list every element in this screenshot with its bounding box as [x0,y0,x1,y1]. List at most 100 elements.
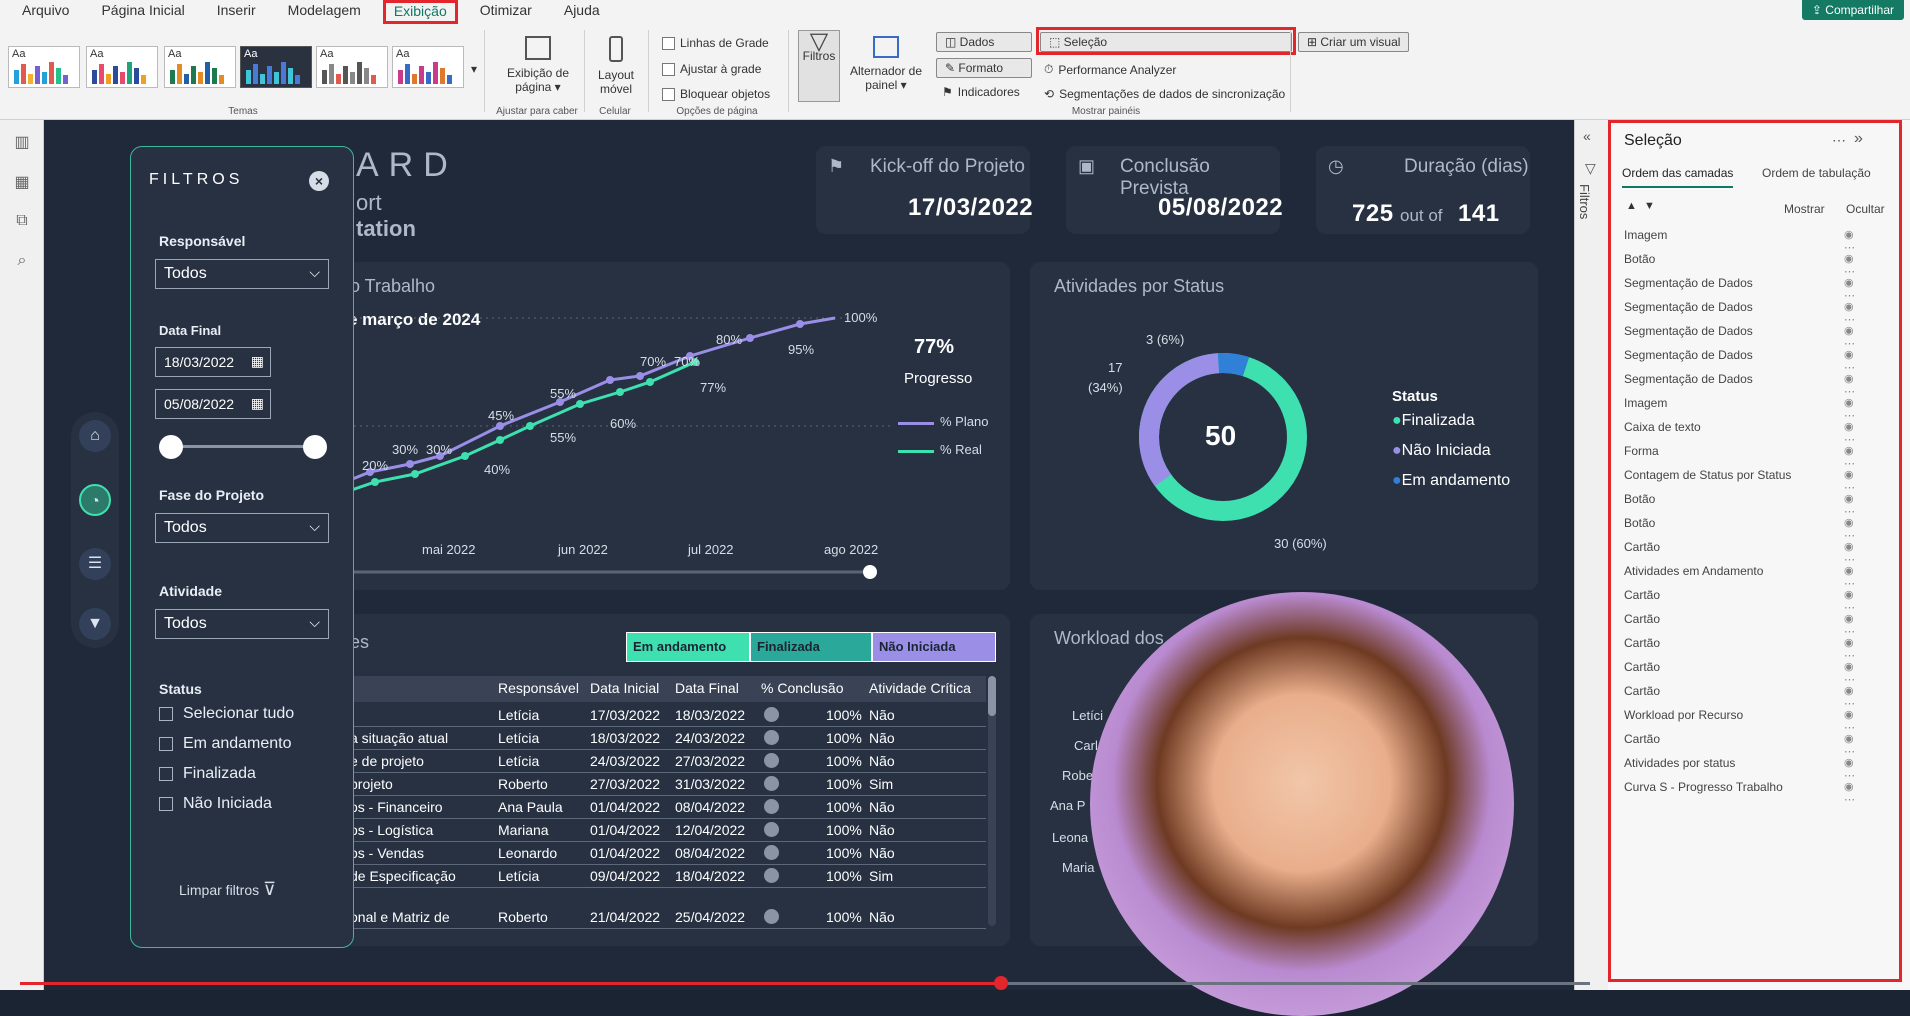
layer-item[interactable]: Segmentação de Dados ◉ ⋯ [1624,324,1855,350]
hide-all-button[interactable]: Ocultar [1846,202,1885,216]
mobile-layout-button[interactable]: Layout móvel [592,36,640,96]
theme-4[interactable]: Aa [240,46,312,88]
menu-ajuda[interactable]: Ajuda [554,0,610,24]
visibility-icon[interactable]: ◉ ⋯ [1844,708,1855,734]
layer-item[interactable]: Cartão ◉ ⋯ [1624,660,1855,686]
theme-5[interactable]: Aa [316,46,388,88]
layer-item[interactable]: Segmentação de Dados ◉ ⋯ [1624,276,1855,302]
sync-slicers-button[interactable]: ⟲ Segmentações de dados de sincronização [1044,87,1285,101]
theme-1[interactable]: Aa [8,46,80,88]
layer-item[interactable]: Forma ◉ ⋯ [1624,444,1855,470]
checkbox[interactable] [159,737,173,751]
theme-2[interactable]: Aa [86,46,158,88]
menu-modelagem[interactable]: Modelagem [278,0,371,24]
layer-item[interactable]: Imagem ◉ ⋯ [1624,228,1855,254]
calendar-icon[interactable]: ▦ [251,395,264,412]
tab-nao-iniciada[interactable]: Não Iniciada [872,632,996,662]
visibility-icon[interactable]: ◉ ⋯ [1844,300,1855,326]
date-slider-track[interactable] [171,445,311,448]
checkbox[interactable] [159,707,173,721]
responsavel-select[interactable]: Todos ⌵ [155,259,329,289]
pie-chart-icon[interactable]: ◔ [79,484,111,516]
visibility-icon[interactable]: ◉ ⋯ [1844,540,1855,566]
time-slider-handle[interactable] [863,565,877,579]
table-scrollbar[interactable] [988,676,996,926]
create-visual-button[interactable]: ⊞ Criar um visual [1298,32,1410,52]
visibility-icon[interactable]: ◉ ⋯ [1844,732,1855,758]
status-nao-iniciada[interactable]: Não Iniciada [159,795,272,813]
move-up-icon[interactable]: ▲ [1626,200,1637,212]
table-row[interactable]: projeto Roberto 27/03/2022 31/03/2022 100% Si… [350,773,986,796]
lock-objects-checkbox[interactable]: Bloquear objetos [662,87,770,101]
visibility-icon[interactable]: ◉ ⋯ [1844,588,1855,614]
date-slider-handle-start[interactable] [159,435,183,459]
table-row[interactable]: a situação atual Letícia 18/03/2022 24/03/2… [350,727,986,750]
layer-item[interactable]: Botão ◉ ⋯ [1624,492,1855,518]
home-icon[interactable]: ⌂ [79,420,111,452]
visibility-icon[interactable]: ◉ ⋯ [1844,492,1855,518]
table-row[interactable]: onal e Matriz de Roberto 21/04/2022 25/04/2… [350,906,986,929]
share-button[interactable]: ⇪ Compartilhar [1801,0,1904,20]
filters-pane-button[interactable]: ▽ Filtros [798,30,840,102]
tab-layer-order[interactable]: Ordem das camadas [1622,166,1734,188]
data-pane-button[interactable]: ◫ Dados [936,32,1032,52]
gantt-icon[interactable]: ☰ [79,548,111,580]
collapse-pane-icon[interactable]: » [1854,130,1863,148]
layer-item[interactable]: Contagem de Status por Status ◉ ⋯ [1624,468,1855,494]
visibility-icon[interactable]: ◉ ⋯ [1844,468,1855,494]
table-row[interactable]: e de projeto Letícia 24/03/2022 27/03/2022 1… [350,750,986,773]
video-progress-handle[interactable] [994,976,1008,990]
checkbox[interactable] [159,797,173,811]
clear-filters-button[interactable]: Limpar filtros ⊽ [179,879,276,900]
layer-item[interactable]: Cartão ◉ ⋯ [1624,636,1855,662]
dax-query-icon[interactable]: ⌕ [11,252,33,270]
layer-item[interactable]: Botão ◉ ⋯ [1624,252,1855,278]
filters-pane-collapsed[interactable]: « ▽ Filtros [1574,120,1608,990]
layer-item[interactable]: Cartão ◉ ⋯ [1624,732,1855,758]
layer-item[interactable]: Imagem ◉ ⋯ [1624,396,1855,422]
checkbox[interactable] [159,767,173,781]
visibility-icon[interactable]: ◉ ⋯ [1844,348,1855,374]
page-view-button[interactable]: Exibição de página ▾ [500,36,576,94]
layer-item[interactable]: Workload por Recurso ◉ ⋯ [1624,708,1855,734]
tab-tab-order[interactable]: Ordem de tabulação [1762,166,1871,180]
layer-item[interactable]: Botão ◉ ⋯ [1624,516,1855,542]
table-row[interactable]: os - Logística Mariana 01/04/2022 12/04/202… [350,819,986,842]
visibility-icon[interactable]: ◉ ⋯ [1844,684,1855,710]
filter-icon[interactable]: ▼ [79,608,111,640]
visibility-icon[interactable]: ◉ ⋯ [1844,396,1855,422]
layer-item[interactable]: Curva S - Progresso Trabalho ◉ ⋯ [1624,780,1855,806]
expand-icon[interactable]: « [1583,128,1591,144]
tab-finalizada[interactable]: Finalizada [750,632,872,662]
visibility-icon[interactable]: ◉ ⋯ [1844,276,1855,302]
layer-item[interactable]: Atividades em Andamento ◉ ⋯ [1624,564,1855,590]
col-data-inicial[interactable]: Data Inicial [590,680,659,696]
visibility-icon[interactable]: ◉ ⋯ [1844,252,1855,278]
calendar-icon[interactable]: ▦ [251,353,264,370]
menu-arquivo[interactable]: Arquivo [12,0,79,24]
menu-otimizar[interactable]: Otimizar [470,0,542,24]
table-view-icon[interactable]: ▦ [11,172,33,191]
col-data-final[interactable]: Data Final [675,680,739,696]
move-down-icon[interactable]: ▼ [1644,200,1655,212]
visibility-icon[interactable]: ◉ ⋯ [1844,444,1855,470]
date-from-input[interactable]: 18/03/2022 ▦ [155,347,271,377]
visibility-icon[interactable]: ◉ ⋯ [1844,324,1855,350]
layer-item[interactable]: Segmentação de Dados ◉ ⋯ [1624,348,1855,374]
layer-item[interactable]: Cartão ◉ ⋯ [1624,540,1855,566]
menu-exibicao[interactable]: Exibição [382,0,458,24]
layer-item[interactable]: Segmentação de Dados ◉ ⋯ [1624,372,1855,398]
status-em-andamento[interactable]: Em andamento [159,735,292,753]
visibility-icon[interactable]: ◉ ⋯ [1844,780,1855,806]
visibility-icon[interactable]: ◉ ⋯ [1844,516,1855,542]
visibility-icon[interactable]: ◉ ⋯ [1844,636,1855,662]
snap-grid-checkbox[interactable]: Ajustar à grade [662,62,761,76]
menu-pagina-inicial[interactable]: Página Inicial [91,0,194,24]
table-row[interactable]: os - Vendas Leonardo 01/04/2022 08/04/2022 1… [350,842,986,865]
bookmarks-button[interactable]: ⚑ Indicadores [942,85,1020,99]
fase-select[interactable]: Todos ⌵ [155,513,329,543]
tab-em-andamento[interactable]: Em andamento [626,632,750,662]
report-view-icon[interactable]: ▥ [11,132,33,151]
layer-item[interactable]: Atividades por status ◉ ⋯ [1624,756,1855,782]
performance-analyzer-button[interactable]: ⏱ Performance Analyzer [1044,62,1176,77]
